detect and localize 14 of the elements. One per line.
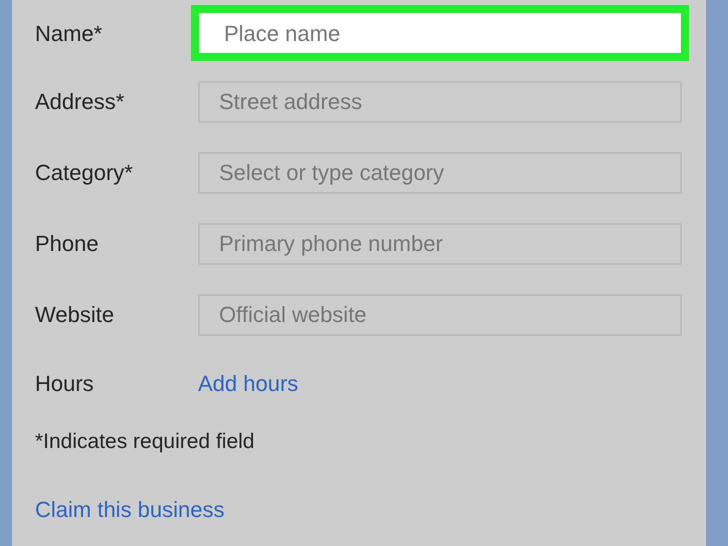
field-label: Hours [34, 370, 95, 398]
add-hours-link[interactable]: Add hours [198, 366, 298, 400]
required-note: *Indicates required field [34, 429, 256, 455]
claim-business-link[interactable]: Claim this business [35, 492, 225, 526]
input-field[interactable]: Primary phone number [198, 222, 682, 264]
field-label: Address* [34, 88, 126, 116]
field-label: Phone [34, 230, 100, 258]
field-label: Name* [34, 20, 104, 48]
field-label: Website [34, 301, 116, 329]
input-field[interactable]: Place name [191, 5, 689, 61]
input-field[interactable]: Select or type category [198, 152, 682, 194]
input-field[interactable]: Official website [198, 294, 682, 336]
input-field[interactable]: Street address [198, 80, 682, 122]
field-label: Category* [34, 159, 134, 187]
